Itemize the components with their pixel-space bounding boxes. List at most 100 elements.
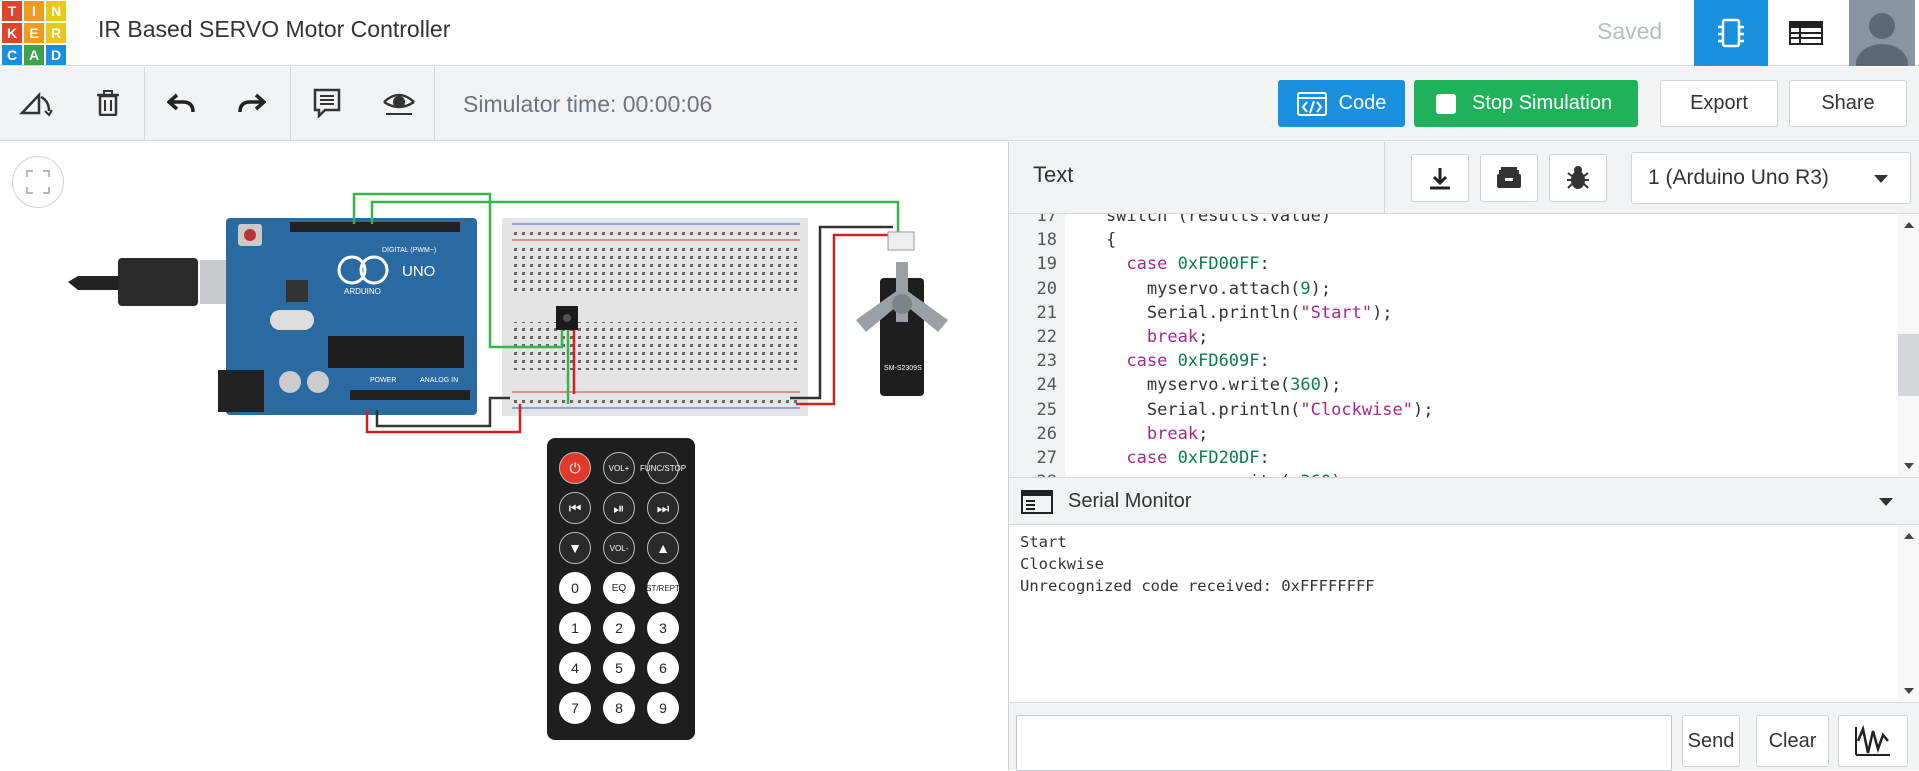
scroll-down-icon[interactable] xyxy=(1904,688,1914,694)
line-number: 25 xyxy=(1036,399,1057,420)
remote-key[interactable]: 8 xyxy=(603,692,635,724)
remote-key[interactable]: 2 xyxy=(603,612,635,644)
remote-key[interactable]: 5 xyxy=(603,652,635,684)
stop-simulation-button[interactable]: Stop Simulation xyxy=(1414,80,1638,127)
table-icon xyxy=(1789,21,1823,45)
remote-key[interactable]: 1 xyxy=(559,612,591,644)
serial-scrollbar[interactable] xyxy=(1898,525,1919,702)
device-select-value: 1 (Arduino Uno R3) xyxy=(1648,166,1829,189)
stop-icon xyxy=(1436,93,1456,114)
bug-icon xyxy=(1567,166,1589,189)
debugger-button[interactable] xyxy=(1549,154,1607,202)
component-list-button[interactable] xyxy=(1768,0,1844,66)
line-number: 26 xyxy=(1036,423,1057,444)
tinkercad-logo[interactable]: TIN KER CAD xyxy=(0,0,68,65)
circuit-icon xyxy=(1718,18,1744,48)
scroll-up-icon[interactable] xyxy=(1904,533,1914,539)
line-number: 20 xyxy=(1036,278,1057,299)
code-token: "Clockwise" xyxy=(1300,399,1413,420)
code-token: case xyxy=(1126,448,1168,468)
delete-button[interactable] xyxy=(86,81,130,125)
remote-key[interactable]: EQ xyxy=(603,572,635,604)
libraries-button[interactable] xyxy=(1480,154,1538,202)
code-token: : xyxy=(1259,448,1270,468)
download-code-button[interactable] xyxy=(1411,154,1469,202)
code-button[interactable]: Code xyxy=(1278,80,1405,127)
remote-key[interactable]: ⏯ xyxy=(603,492,635,524)
chevron-down-icon[interactable] xyxy=(1879,498,1893,506)
remote-key[interactable]: VOL- xyxy=(603,532,635,564)
board-brand-label: ARDUINO xyxy=(344,287,381,296)
chevron-down-icon xyxy=(1874,175,1888,183)
code-token: 0xFD00FF xyxy=(1177,254,1260,275)
arduino-board: UNO ARDUINO DIGITAL (PWM~) POWER ANALOG … xyxy=(218,218,477,415)
code-token: Serial.println( xyxy=(1065,302,1301,323)
undo-button[interactable] xyxy=(159,81,203,125)
remote-key[interactable]: VOL+ xyxy=(603,452,635,484)
line-number: 27 xyxy=(1036,448,1057,468)
eye-icon xyxy=(383,93,415,115)
code-token: myservo.attach( xyxy=(1065,278,1301,299)
remote-key[interactable]: ⏭ xyxy=(647,492,679,524)
remote-key[interactable]: 0 xyxy=(559,572,591,604)
line-code: Serial.println("Clockwise"); xyxy=(1065,398,1434,422)
serial-output-line: Start xyxy=(1020,533,1067,551)
remote-key[interactable]: FUNC/STOP xyxy=(640,452,686,484)
servo-motor: SM-S2309S xyxy=(856,231,948,396)
code-token: ; xyxy=(1198,327,1209,347)
circuit-canvas[interactable]: UNO ARDUINO DIGITAL (PWM~) POWER ANALOG … xyxy=(0,142,1008,770)
remote-key[interactable]: 3 xyxy=(647,612,679,644)
remote-key[interactable]: 7 xyxy=(559,692,591,724)
remote-key[interactable]: ▲ xyxy=(647,532,679,564)
remote-key[interactable]: ▼ xyxy=(559,532,591,564)
line-number: 17 xyxy=(1036,214,1057,226)
editor-scroll-thumb[interactable] xyxy=(1898,334,1919,396)
remote-key[interactable]: ⏮ xyxy=(559,492,591,524)
line-code: case 0xFD00FF: xyxy=(1065,252,1270,276)
export-button[interactable]: Export xyxy=(1660,80,1778,127)
avatar-icon xyxy=(1849,0,1915,66)
device-select[interactable]: 1 (Arduino Uno R3) xyxy=(1631,152,1911,204)
remote-key[interactable]: ST/REPT xyxy=(646,572,680,604)
remote-key[interactable]: ⏻ xyxy=(559,452,591,484)
line-number: 24 xyxy=(1036,375,1057,396)
code-token: break xyxy=(1146,423,1199,444)
notes-button[interactable] xyxy=(305,81,349,125)
scroll-up-icon[interactable] xyxy=(1904,222,1914,228)
project-title[interactable]: IR Based SERVO Motor Controller xyxy=(98,16,450,43)
digital-pins-label: DIGITAL (PWM~) xyxy=(382,247,436,254)
visibility-button[interactable] xyxy=(377,81,421,125)
serial-input[interactable] xyxy=(1016,715,1672,771)
remote-key[interactable]: 6 xyxy=(647,652,679,684)
graph-icon xyxy=(1855,725,1890,756)
line-code: switch (results.value) xyxy=(1065,214,1331,228)
serial-monitor-header[interactable]: Serial Monitor xyxy=(1009,477,1919,525)
user-avatar[interactable] xyxy=(1849,0,1915,66)
graph-button[interactable] xyxy=(1838,715,1908,767)
editor-scrollbar[interactable] xyxy=(1898,214,1919,477)
remote-key[interactable]: 9 xyxy=(647,692,679,724)
clear-button[interactable]: Clear xyxy=(1756,715,1829,767)
servo-model-label: SM-S2309S xyxy=(884,365,922,372)
rotate-button[interactable] xyxy=(14,81,58,125)
share-button[interactable]: Share xyxy=(1789,80,1907,127)
rotate-icon xyxy=(19,91,53,117)
board-model-label: UNO xyxy=(402,263,435,280)
power-pins-label: POWER xyxy=(370,377,396,384)
code-token: : xyxy=(1259,254,1270,275)
remote-key[interactable]: 4 xyxy=(559,652,591,684)
line-number: 22 xyxy=(1036,327,1057,347)
logo-letter: D xyxy=(46,45,66,65)
logo-letter: E xyxy=(24,23,44,43)
circuit-view-button[interactable] xyxy=(1694,0,1768,66)
editor-mode-label[interactable]: Text xyxy=(1033,162,1073,188)
code-editor[interactable]: 17 switch (results.value) 18 {19 case 0xF… xyxy=(1009,214,1919,477)
serial-monitor-output: Start Clockwise Unrecognized code received… xyxy=(1009,525,1919,702)
logo-letter: C xyxy=(2,45,22,65)
redo-button[interactable] xyxy=(230,81,274,125)
logo-letter: R xyxy=(46,23,66,43)
scroll-down-icon[interactable] xyxy=(1904,463,1914,469)
undo-icon xyxy=(167,93,195,113)
send-button[interactable]: Send xyxy=(1682,715,1740,767)
